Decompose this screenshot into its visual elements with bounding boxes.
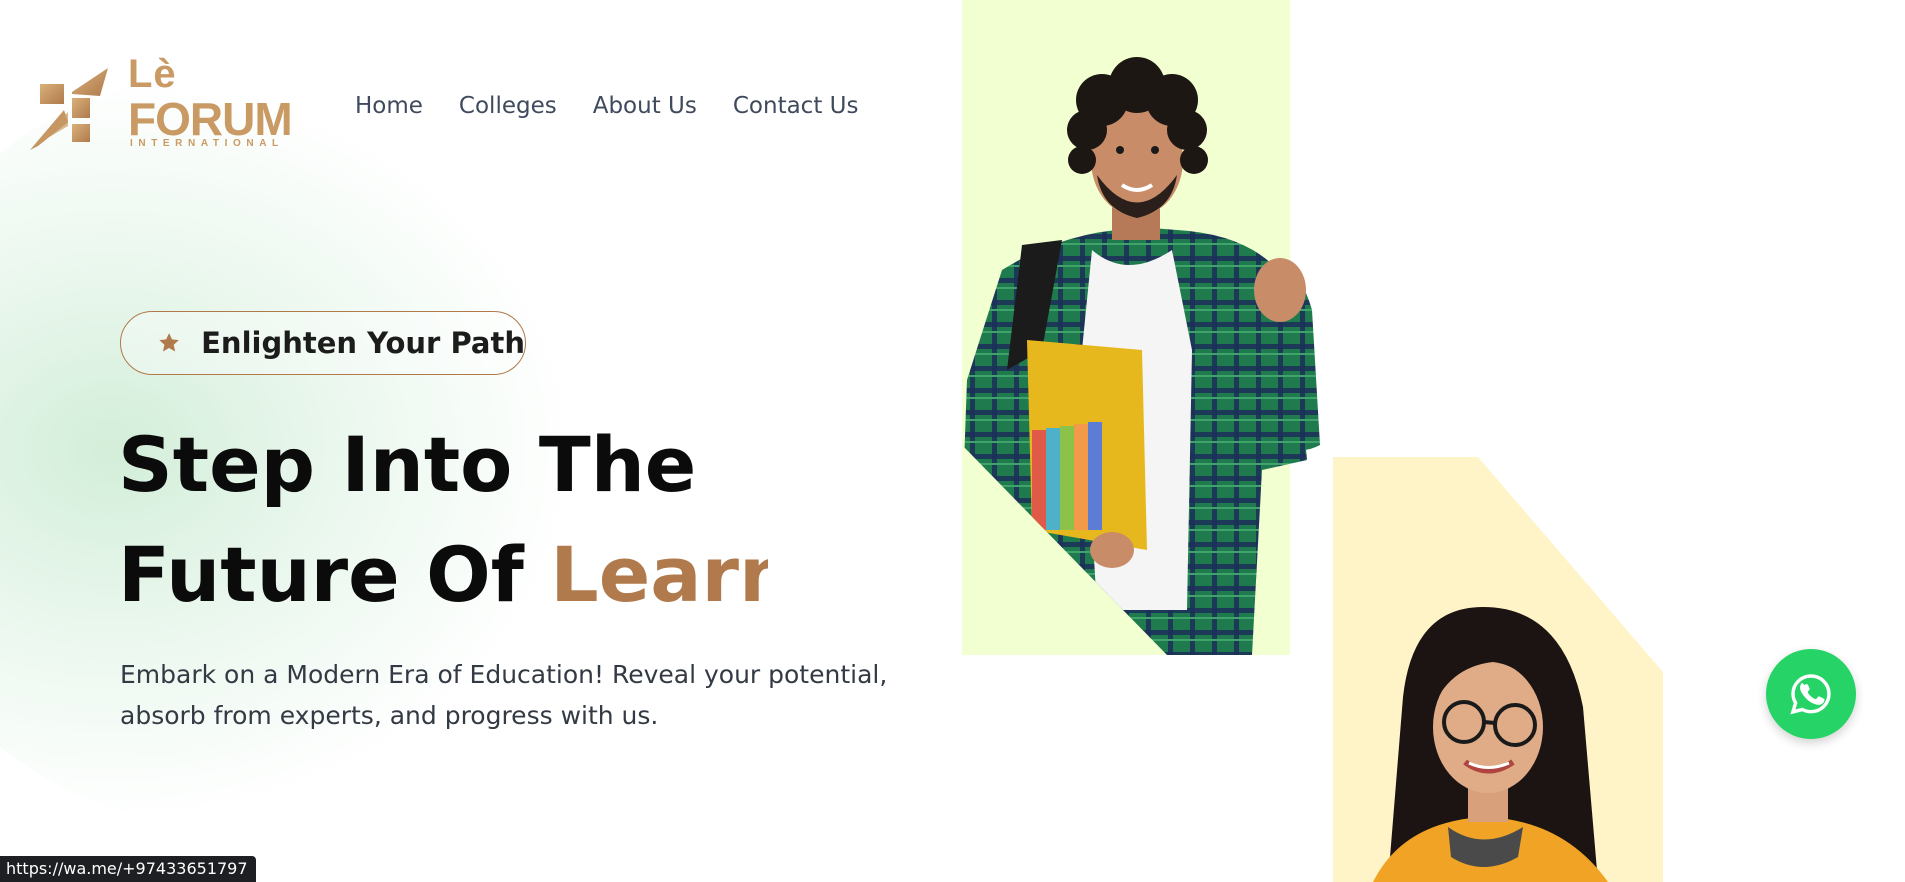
whatsapp-icon <box>1790 674 1831 715</box>
main-nav: Home Colleges About Us Contact Us <box>355 92 894 120</box>
hero-badge-label: Enlighten Your Path <box>201 326 525 360</box>
hero-headline-line1: Step Into The <box>118 420 697 509</box>
hero-headline-line2: Future Of Learn <box>118 520 768 630</box>
nav-item-about-us[interactable]: About Us <box>593 92 697 120</box>
hero-headline: Step Into The Future Of Learn <box>118 410 768 630</box>
link-preview-statusbar: https://wa.me/+97433651797 <box>0 856 256 882</box>
student-photo-female <box>1373 607 1608 882</box>
whatsapp-button[interactable] <box>1766 649 1856 739</box>
hero-badge: Enlighten Your Path <box>120 311 526 375</box>
logo-text-forum: FORUM <box>128 93 293 145</box>
nav-item-colleges[interactable]: Colleges <box>459 92 557 120</box>
site-logo[interactable]: Lè FORUM INTERNATIONAL <box>28 54 318 152</box>
logo-text-le: Lè <box>128 52 177 96</box>
logo-mark-icon <box>30 68 108 150</box>
hero-description: Embark on a Modern Era of Education! Rev… <box>120 660 888 730</box>
nav-item-home[interactable]: Home <box>355 92 423 120</box>
landing-page: Lè FORUM INTERNATIONAL Home Colleges Abo… <box>0 0 1905 882</box>
hero-headline-prefix: Future Of <box>118 530 551 619</box>
nav-item-contact-us[interactable]: Contact Us <box>733 92 859 120</box>
student-photo-male <box>962 57 1320 655</box>
hero-headline-accent: Learn <box>550 530 769 619</box>
logo-text-international: INTERNATIONAL <box>130 138 284 149</box>
star-icon <box>159 333 179 352</box>
